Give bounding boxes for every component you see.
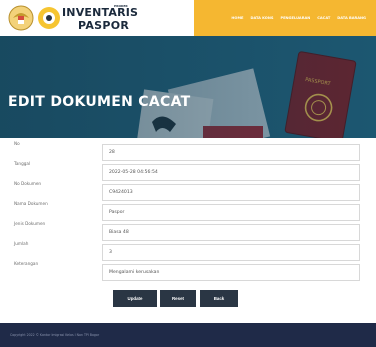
field-label-keterangan: Keterangan: [14, 261, 39, 266]
nav-item-pengeluaran[interactable]: PENGELUARAN: [280, 16, 310, 20]
field-label-nama-dokumen: Nama Dokumen: [14, 201, 48, 206]
hero-banner: PASSPORT EDIT DOKUMEN CACAT: [0, 36, 376, 138]
page-title: EDIT DOKUMEN CACAT: [8, 94, 191, 110]
back-button[interactable]: Back: [200, 290, 238, 307]
nav-item-data-kons[interactable]: DATA KONS: [250, 16, 273, 20]
main-nav: HOME DATA KONS PENGELUARAN CACAT DATA BA…: [194, 0, 376, 36]
field-label-no-dokumen: No Dokumen: [14, 181, 42, 186]
reset-button[interactable]: Reset: [160, 290, 196, 307]
form-row-tanggal: Tanggal 2022-05-28 04:56:54: [0, 158, 376, 181]
imigrasi-logo-icon: [38, 7, 60, 29]
form-row-jenis-dokumen: Jenis Dokumen Biasa 48: [0, 218, 376, 241]
brand[interactable]: PROKER INVENTARIS PASPOR: [62, 4, 152, 34]
keterangan-input[interactable]: Mengalami kerusakan: [102, 264, 360, 281]
form-row-jumlah: Jumlah 3: [0, 238, 376, 261]
form-row-no-dokumen: No Dokumen C9424013: [0, 178, 376, 201]
footer: Copyright 2022 © Kantor Imigrasi Kelas I…: [0, 323, 376, 347]
form-row-no: No 28: [0, 138, 376, 161]
footer-copyright: Copyright 2022 © Kantor Imigrasi Kelas I…: [10, 333, 100, 337]
nav-item-data-barang[interactable]: DATA BARANG: [337, 16, 366, 20]
top-header: PROKER INVENTARIS PASPOR HOME DATA KONS …: [0, 0, 376, 36]
nav-item-cacat[interactable]: CACAT: [317, 16, 330, 20]
garuda-emblem-icon: [8, 5, 34, 31]
brand-title-line2: PASPOR: [78, 19, 130, 32]
nav-item-home[interactable]: HOME: [231, 16, 243, 20]
update-button[interactable]: Update: [113, 290, 157, 307]
field-label-no: No: [14, 141, 20, 146]
field-label-tanggal: Tanggal: [14, 161, 31, 166]
brand-title-line1: INVENTARIS: [62, 6, 139, 19]
field-label-jumlah: Jumlah: [14, 241, 29, 246]
form-row-nama-dokumen: Nama Dokumen Paspor: [0, 198, 376, 221]
field-label-jenis-dokumen: Jenis Dokumen: [14, 221, 46, 226]
form-row-keterangan: Keterangan Mengalami kerusakan: [0, 258, 376, 281]
hero-overlay: [0, 36, 376, 138]
form-actions: Update Reset Back: [0, 290, 376, 308]
